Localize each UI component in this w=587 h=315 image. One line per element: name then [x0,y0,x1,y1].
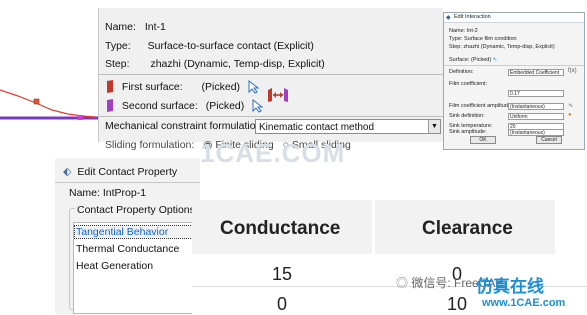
wechat-icon: ◎ [396,276,409,290]
second-surface-label: Second surface: [121,99,198,112]
name-text: Name: Int-2 [449,28,478,34]
sink-amp-select[interactable]: (Instantaneous) [508,129,564,136]
cancel-button[interactable]: Cancel [536,136,562,144]
title-bar: ◆ Edit Interaction [444,13,584,23]
type-value: Surface-to-surface contact (Explicit) [147,40,314,52]
options-list: Tangential Behavior Thermal Conductance … [73,222,200,314]
pick-arrow-icon[interactable]: ↖ [493,57,498,63]
type-label: Type: [105,40,131,52]
divider [55,182,200,183]
second-surface-status: (Picked) [205,99,245,112]
first-surface-status: (Picked) [201,80,241,93]
plot-fragment [0,0,100,140]
edit-interaction-dialog: ◆ Edit Interaction Name: Int-2 Type: Sur… [443,12,585,150]
pick-arrow-icon[interactable] [247,79,261,94]
color-wheel-icon[interactable]: ● [568,112,572,118]
option-tangential-behavior[interactable]: Tangential Behavior [76,226,168,238]
sink-def-select[interactable]: Uniform [508,113,564,120]
step-label: Step: [105,58,130,70]
app-icon: ◆ [446,15,451,21]
sink-def-label: Sink definition: [449,113,485,119]
name-row: Name: Int-1 [105,21,166,33]
watermark-text: 1CAE.COM [200,138,346,168]
title-bar: ⬖ Edit Contact Property [63,165,177,178]
divider [99,74,443,75]
film-coef-input[interactable]: 0.17 [508,90,564,97]
type-row: Type: Surface-to-surface contact (Explic… [105,40,314,52]
amplitude-icon[interactable]: ∿ [568,102,573,109]
options-group-label: Contact Property Options [75,204,197,216]
film-coef-label: Film coefficient: [449,81,488,87]
table-cell: 0 [276,294,287,314]
sink-amp-label: Sink amplitude: [449,129,487,135]
film-amp-label: Film coefficient amplitude: [449,103,513,109]
function-icon[interactable]: f(x) [568,68,577,74]
definition-label: Definition: [449,69,474,75]
app-icon: ⬖ [63,166,72,178]
url-watermark: www.1CAE.com [482,297,566,309]
type-text: Type: Surface film condition [449,36,517,42]
first-surface-label: First surface: [121,80,183,93]
column-header-clearance: Clearance [422,218,513,239]
first-surface-row: First surface: (Picked) [105,79,261,94]
definition-select[interactable]: Embedded Coefficient [508,69,564,76]
step-text: Step: zhazhi (Dynamic, Temp-disp, Explic… [449,44,555,50]
option-thermal-conductance[interactable]: Thermal Conductance [76,243,179,255]
sliding-label: Sliding formulation: [105,139,195,151]
table-cell: 10 [446,294,468,314]
divider [99,116,443,117]
ok-button[interactable]: OK [470,136,496,144]
dialog-title: Edit Contact Property [77,166,178,178]
property-name: Name: IntProp-1 [69,187,147,199]
step-value: zhazhi (Dynamic, Temp-disp, Explicit) [150,58,325,70]
mech-formulation-value: Kinematic contact method [259,122,375,133]
option-heat-generation[interactable]: Heat Generation [76,260,153,272]
surface-label: Surface: (Picked) [449,57,492,63]
second-surface-row: Second surface: (Picked) [105,98,265,113]
surface-swatch-icon [105,99,119,113]
step-row: Step: zhazhi (Dynamic, Temp-disp, Explic… [105,58,325,70]
surface-text: Surface: (Picked) ↖ [449,57,497,63]
edit-contact-property-dialog: ⬖ Edit Contact Property Name: IntProp-1 … [55,158,201,314]
dialog-title: Edit Interaction [454,14,491,20]
mech-label: Mechanical constraint formulation: [105,120,265,132]
dropdown-arrow-icon[interactable]: ▼ [428,120,440,133]
pick-arrow-icon[interactable] [251,98,265,113]
mech-formulation-select[interactable]: Kinematic contact method ▼ [255,119,441,134]
plot-curve [0,89,100,120]
surface-swatch-icon [105,80,119,94]
swap-surfaces-icon[interactable] [267,87,289,106]
film-amp-select[interactable]: (Instantaneous) [508,103,564,110]
column-header-conductance: Conductance [220,218,341,239]
divider [444,65,584,66]
table-cell: 15 [271,264,293,284]
name-value: Int-1 [144,21,166,33]
name-label: Name: [105,21,136,33]
interaction-dialog: Name: Int-1 Type: Surface-to-surface con… [98,8,443,151]
brand-watermark: 仿真在线 [476,277,544,296]
